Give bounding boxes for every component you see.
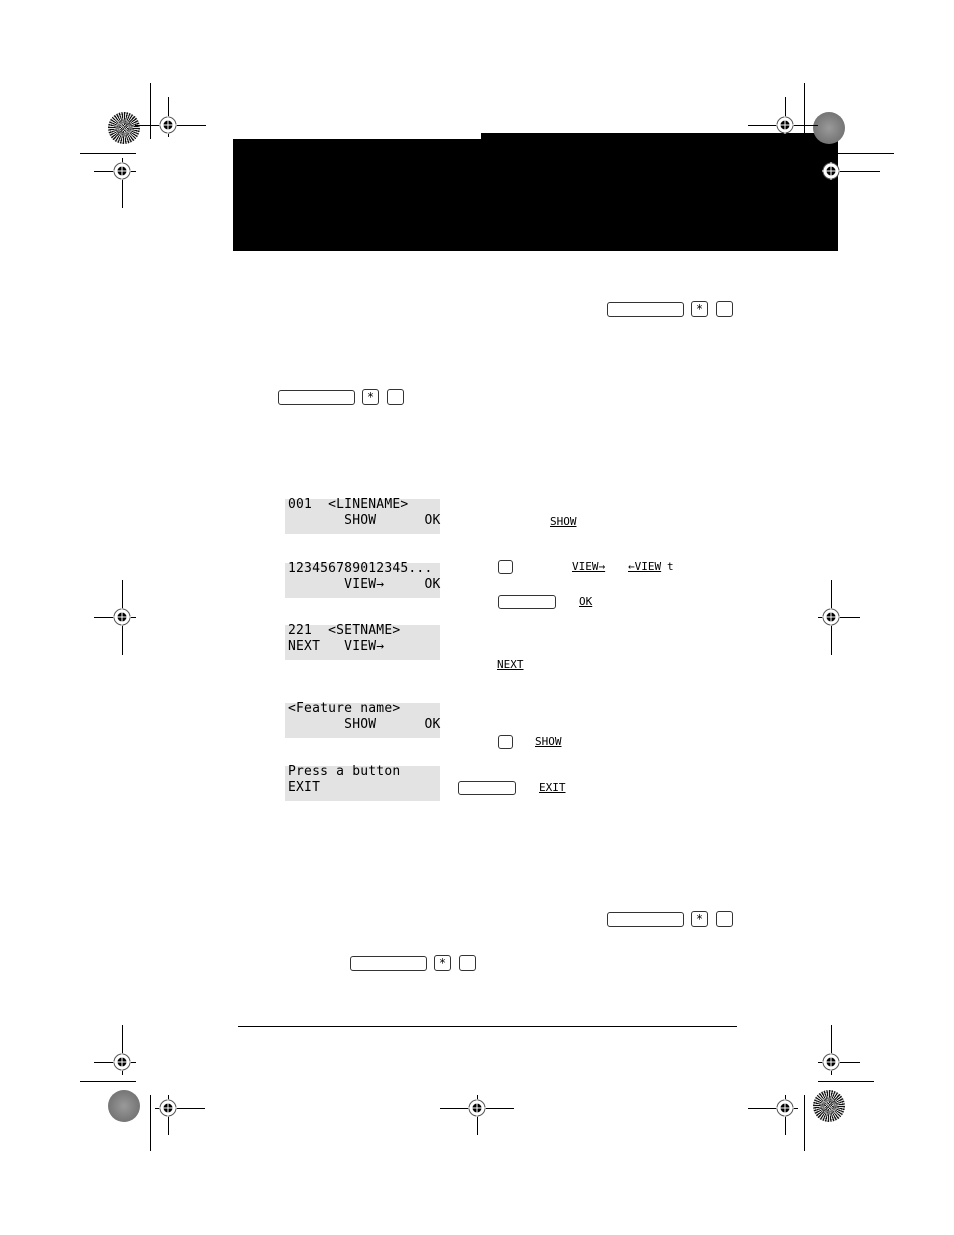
star-target-icon xyxy=(813,1090,845,1122)
ok-softkey[interactable]: OK xyxy=(579,596,592,608)
feature-key[interactable] xyxy=(350,956,427,971)
crosshair-target-icon xyxy=(113,1053,131,1071)
exit-softkey[interactable]: EXIT xyxy=(539,782,566,794)
crop-mark xyxy=(80,153,136,154)
star-key[interactable]: * xyxy=(434,955,451,971)
view-left-softkey[interactable]: ←VIEW xyxy=(628,561,661,573)
lcd-line-1: 221 <SETNAME> xyxy=(288,623,401,638)
lcd-line-1: <Feature name> xyxy=(288,701,401,716)
crosshair-target-icon xyxy=(468,1099,486,1117)
dial-key[interactable] xyxy=(387,389,404,405)
feature-key[interactable] xyxy=(607,302,684,317)
crosshair-target-icon xyxy=(776,116,794,134)
crosshair-target-icon xyxy=(822,1053,840,1071)
lcd-display: 221 <SETNAME> NEXT VIEW→ xyxy=(285,623,440,660)
feature-key[interactable] xyxy=(458,781,516,795)
crop-mark xyxy=(804,83,805,139)
crosshair-target-icon xyxy=(113,162,131,180)
view-right-softkey[interactable]: VIEW→ xyxy=(572,561,605,573)
crop-mark xyxy=(80,1081,136,1082)
lcd-line-2: VIEW→ OK xyxy=(288,577,441,592)
show-softkey[interactable]: SHOW xyxy=(535,736,562,748)
feature-key[interactable] xyxy=(278,390,355,405)
next-softkey[interactable]: NEXT xyxy=(497,659,524,671)
crosshair-target-icon xyxy=(822,162,840,180)
star-key[interactable]: * xyxy=(691,911,708,927)
star-target-icon xyxy=(108,112,140,144)
lcd-display: 123456789012345... VIEW→ OK xyxy=(285,561,441,598)
lcd-line-2: NEXT VIEW→ xyxy=(288,639,385,654)
star-key[interactable]: * xyxy=(691,301,708,317)
button-key[interactable] xyxy=(498,560,513,574)
crop-mark xyxy=(150,1095,151,1151)
dial-key[interactable] xyxy=(459,955,476,971)
lcd-display: <Feature name> SHOW OK xyxy=(285,701,441,738)
crosshair-target-icon xyxy=(159,1099,177,1117)
lcd-line-2: SHOW OK xyxy=(288,717,441,732)
show-softkey[interactable]: SHOW xyxy=(550,516,577,528)
lcd-line-2: SHOW OK xyxy=(288,513,441,528)
footer-rule xyxy=(238,1026,737,1027)
lcd-display: Press a button EXIT xyxy=(285,764,440,801)
crop-mark xyxy=(150,83,151,139)
crosshair-target-icon xyxy=(113,608,131,626)
lcd-line-1: 001 <LINENAME> xyxy=(288,497,409,512)
chapter-header-bar xyxy=(233,139,838,251)
halftone-disc-icon xyxy=(813,112,845,144)
dial-key[interactable] xyxy=(716,911,733,927)
crop-mark xyxy=(818,1081,874,1082)
crop-mark xyxy=(838,171,880,172)
crosshair-target-icon xyxy=(776,1099,794,1117)
lcd-line-1: Press a button xyxy=(288,764,401,779)
dial-key[interactable] xyxy=(716,301,733,317)
feature-key[interactable] xyxy=(498,595,556,609)
crosshair-target-icon xyxy=(159,116,177,134)
lcd-line-1: 123456789012345... xyxy=(288,561,433,576)
crosshair-target-icon xyxy=(822,608,840,626)
view-left-suffix: t xyxy=(667,560,674,573)
crop-mark xyxy=(804,1095,805,1151)
lcd-line-2: EXIT xyxy=(288,780,321,795)
button-key[interactable] xyxy=(498,735,513,749)
star-key[interactable]: * xyxy=(362,389,379,405)
halftone-disc-icon xyxy=(108,1090,140,1122)
lcd-display: 001 <LINENAME> SHOW OK xyxy=(285,497,441,534)
feature-key[interactable] xyxy=(607,912,684,927)
crop-mark xyxy=(838,153,894,154)
